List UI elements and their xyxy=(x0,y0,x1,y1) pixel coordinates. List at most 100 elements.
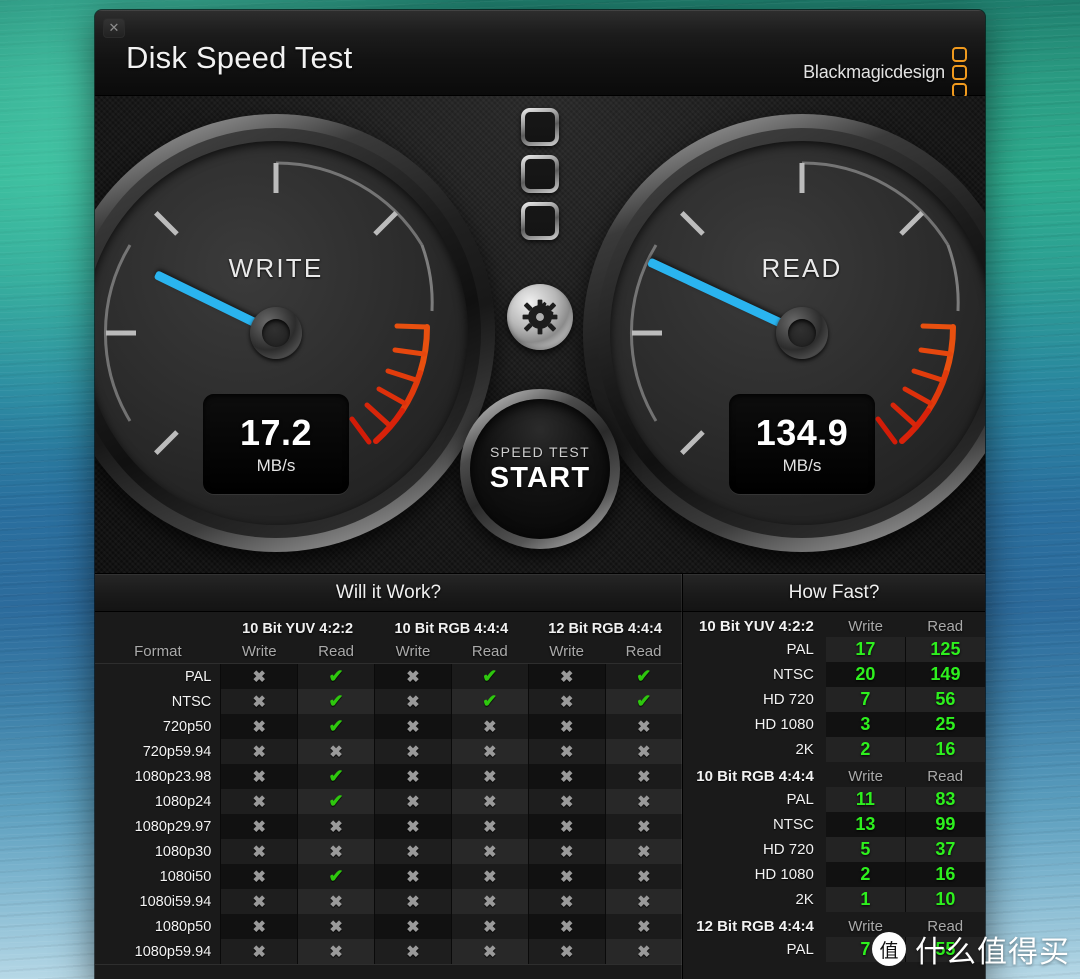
how-fast-body: 10 Bit YUV 4:2:2 Write Read PAL 17 125 NTSC 20 1… xyxy=(683,612,985,979)
cross-icon: ✖ xyxy=(406,943,420,961)
read-gauge-face: READ 134.9 MB/s xyxy=(610,141,985,525)
cross-icon: ✖ xyxy=(252,793,266,811)
write-value: 17.2 xyxy=(239,412,313,453)
settings-button[interactable] xyxy=(507,284,573,350)
close-button[interactable]: ✕ xyxy=(103,18,125,38)
disk-speed-test-window: ✕ Disk Speed Test Blackmagicdesign WRITE… xyxy=(95,10,985,979)
cross-icon: ✖ xyxy=(483,793,497,811)
table-row: HD 720 7 56 xyxy=(683,687,985,712)
group-header-rgb444-10: 10 Bit RGB 4:4:4 xyxy=(394,620,509,637)
unsupported-cell: ✖ xyxy=(374,864,452,889)
start-button-inner: SPEED TEST START xyxy=(470,399,610,539)
format-label: HD 720 xyxy=(762,691,814,708)
unsupported-cell: ✖ xyxy=(220,714,298,739)
read-speed-value: 25 xyxy=(904,712,985,737)
format-label: PAL xyxy=(786,941,814,958)
write-speed-value: 1 xyxy=(825,887,906,912)
cross-icon: ✖ xyxy=(406,868,420,886)
unsupported-cell: ✖ xyxy=(220,789,298,814)
cross-icon: ✖ xyxy=(637,743,651,761)
supported-cell: ✔ xyxy=(604,689,682,714)
unsupported-cell: ✖ xyxy=(374,939,452,964)
subheader-3: Read xyxy=(471,642,508,660)
table-row: 1080p24 ✖ ✔ ✖ ✖ ✖ ✖ xyxy=(95,789,682,814)
unsupported-cell: ✖ xyxy=(220,664,298,689)
cross-icon: ✖ xyxy=(252,768,266,786)
supported-cell: ✔ xyxy=(450,664,529,689)
unsupported-cell: ✖ xyxy=(374,789,452,814)
cross-icon: ✖ xyxy=(483,768,497,786)
write-speed-value: 7 xyxy=(825,687,906,712)
spacer-cell xyxy=(95,612,221,638)
read-speed-value: 99 xyxy=(904,812,985,837)
write-speed-value: 5 xyxy=(825,837,906,862)
read-unit: MB/s xyxy=(782,456,822,475)
cross-icon: ✖ xyxy=(252,668,266,686)
cross-icon: ✖ xyxy=(637,943,651,961)
cross-icon: ✖ xyxy=(637,868,651,886)
read-gauge: READ 134.9 MB/s xyxy=(583,114,985,552)
check-icon: ✔ xyxy=(482,666,498,686)
write-gauge: WRITE 17.2 MB/s xyxy=(95,114,495,552)
table-row: PAL 7 55 xyxy=(683,937,985,962)
write-speed-value: 2 xyxy=(825,737,906,762)
unsupported-cell: ✖ xyxy=(220,939,298,964)
cross-icon: ✖ xyxy=(406,768,420,786)
write-column-header: Write xyxy=(848,618,883,635)
brand-logo: Blackmagicdesign xyxy=(803,47,967,98)
read-column-header: Read xyxy=(927,768,964,785)
cross-icon: ✖ xyxy=(483,843,497,861)
table-row: 1080i59.94 ✖ ✖ ✖ ✖ ✖ ✖ xyxy=(95,889,682,914)
will-it-work-table: 10 Bit YUV 4:2:2 10 Bit RGB 4:4:4 12 Bit… xyxy=(95,612,682,965)
unsupported-cell: ✖ xyxy=(450,839,529,864)
will-it-work-panel: Will it Work? 10 Bit YUV 4:2:2 10 Bit RG… xyxy=(95,574,683,979)
unsupported-cell: ✖ xyxy=(297,939,375,964)
chip-button-1[interactable] xyxy=(521,108,559,146)
cross-icon: ✖ xyxy=(483,818,497,836)
cross-icon: ✖ xyxy=(329,818,343,836)
unsupported-cell: ✖ xyxy=(297,739,375,764)
cross-icon: ✖ xyxy=(329,743,343,761)
brand-name: Blackmagicdesign xyxy=(803,62,945,82)
unsupported-cell: ✖ xyxy=(220,864,298,889)
format-label: NTSC xyxy=(171,693,212,710)
cross-icon: ✖ xyxy=(406,718,420,736)
table-row: 1080p23.98 ✖ ✔ ✖ ✖ ✖ ✖ xyxy=(95,764,682,789)
format-label: PAL xyxy=(786,641,814,658)
write-speed-value: 3 xyxy=(825,712,906,737)
table-row: 1080i50 ✖ ✔ ✖ ✖ ✖ ✖ xyxy=(95,864,682,889)
speed-test-start-button[interactable]: SPEED TEST START xyxy=(460,389,620,549)
format-label: 1080p50 xyxy=(154,918,212,935)
format-label: NTSC xyxy=(772,666,814,683)
unsupported-cell: ✖ xyxy=(220,889,298,914)
cross-icon: ✖ xyxy=(559,768,574,786)
read-speed-value: 55 xyxy=(904,937,985,962)
read-speed-value: 16 xyxy=(904,862,985,887)
gauge-panel: WRITE 17.2 MB/s READ 134.9 MB/s SPEED TE… xyxy=(95,96,985,574)
cross-icon: ✖ xyxy=(406,843,420,861)
format-label: PAL xyxy=(786,791,814,808)
unsupported-cell: ✖ xyxy=(450,889,529,914)
unsupported-cell: ✖ xyxy=(374,739,452,764)
unsupported-cell: ✖ xyxy=(374,689,452,714)
cross-icon: ✖ xyxy=(252,693,266,711)
write-speed-value: 17 xyxy=(825,637,906,662)
unsupported-cell: ✖ xyxy=(604,914,682,939)
read-speed-value: 37 xyxy=(904,837,985,862)
how-fast-panel: How Fast? 10 Bit YUV 4:2:2 Write Read PAL 17… xyxy=(683,574,985,979)
unsupported-cell: ✖ xyxy=(220,839,298,864)
unsupported-cell: ✖ xyxy=(450,739,529,764)
unsupported-cell: ✖ xyxy=(604,889,682,914)
write-column-header: Write xyxy=(848,918,883,935)
unsupported-cell: ✖ xyxy=(374,664,452,689)
chip-button-3[interactable] xyxy=(521,202,559,240)
cross-icon: ✖ xyxy=(637,718,651,736)
table-row: HD 720 5 37 xyxy=(683,837,985,862)
read-speed-value: 56 xyxy=(904,687,985,712)
unsupported-cell: ✖ xyxy=(604,739,682,764)
chip-button-2[interactable] xyxy=(521,155,559,193)
unsupported-cell: ✖ xyxy=(450,764,529,789)
check-icon: ✔ xyxy=(636,691,652,711)
how-fast-title: How Fast? xyxy=(683,574,985,612)
check-icon: ✔ xyxy=(636,666,652,686)
